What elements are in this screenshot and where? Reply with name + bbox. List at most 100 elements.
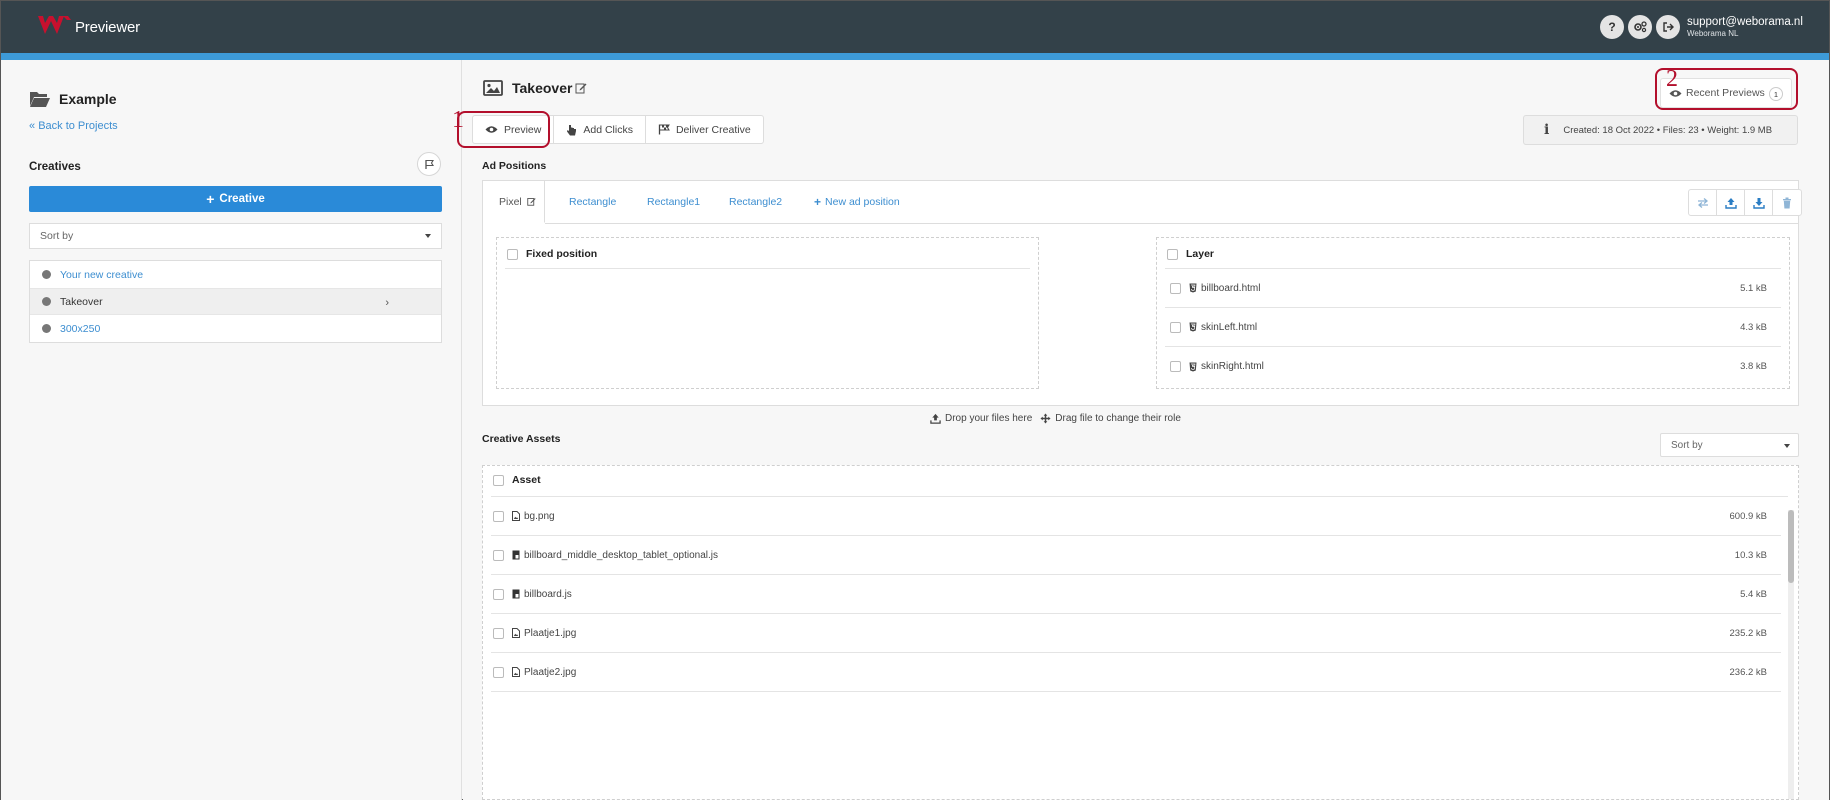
help-button[interactable]: ? — [1600, 15, 1624, 39]
user-organization: Weborama NL — [1687, 29, 1739, 38]
layer-label: Layer — [1186, 248, 1215, 260]
upload-icon — [930, 413, 941, 424]
ad-positions-panel: Pixel Rectangle Rectangle1 Rectangle2 + … — [482, 180, 1802, 406]
asset-row[interactable]: Plaatje1.jpg 235.2 kB — [491, 614, 1781, 653]
asset-file-size: 236.2 kB — [1729, 666, 1768, 678]
hand-pointer-icon — [567, 124, 577, 135]
asset-select-all-checkbox[interactable] — [493, 474, 504, 486]
project-title: Example — [59, 91, 117, 107]
layer-file-name: skinLeft.html — [1201, 321, 1258, 333]
swap-button[interactable] — [1689, 190, 1717, 215]
deliver-creative-button[interactable]: Deliver Creative — [646, 116, 763, 143]
image-file-icon — [512, 628, 520, 638]
layer-select-all-checkbox[interactable] — [1167, 248, 1178, 260]
add-clicks-button[interactable]: Add Clicks — [554, 116, 646, 143]
status-dot-icon — [42, 270, 51, 279]
arrows-move-icon — [1040, 413, 1051, 424]
asset-file-size: 10.3 kB — [1734, 549, 1767, 561]
download-button[interactable] — [1745, 190, 1773, 215]
header-accent-strip — [1, 53, 1829, 60]
asset-checkbox[interactable] — [493, 666, 504, 678]
tab-rectangle2[interactable]: Rectangle2 — [729, 181, 782, 223]
creative-detail-panel: Takeover Recent Previews 1 2 Preview Add… — [452, 60, 1829, 800]
project-sidebar: Example « Back to Projects Creatives + C… — [1, 60, 462, 800]
asset-file-name: billboard.js — [524, 588, 572, 600]
creative-assets-heading: Creative Assets — [482, 433, 561, 445]
flag-checkered-icon — [658, 124, 670, 135]
caret-down-icon — [425, 234, 431, 238]
edit-icon[interactable] — [575, 82, 587, 94]
asset-file-size: 5.4 kB — [1740, 588, 1767, 600]
plus-icon: + — [814, 195, 822, 209]
layer-checkbox[interactable] — [1170, 321, 1181, 333]
creative-info-text: Created: 18 Oct 2022 • Files: 23 • Weigh… — [1563, 124, 1773, 136]
double-chevron-left-icon: « — [29, 120, 36, 132]
tab-rectangle[interactable]: Rectangle — [569, 181, 616, 223]
assets-sort-select[interactable]: Sort by — [1660, 433, 1799, 457]
creative-info-box: i Created: 18 Oct 2022 • Files: 23 • Wei… — [1523, 115, 1798, 145]
layer-file-name: skinRight.html — [1201, 361, 1264, 372]
annotation-number-2: 2 — [1666, 66, 1678, 92]
upload-button[interactable] — [1717, 190, 1745, 215]
layer-row[interactable]: billboard.html 5.1 kB — [1165, 269, 1781, 308]
assets-sort-value: Sort by — [1671, 439, 1703, 451]
drag-files-label: Drag file to change their role — [1055, 413, 1181, 424]
deliver-creative-label: Deliver Creative — [675, 123, 751, 136]
asset-column-label: Asset — [512, 474, 541, 486]
user-email[interactable]: support@weborama.nl — [1687, 16, 1803, 28]
asset-file-name: Plaatje1.jpg — [524, 627, 577, 639]
asset-checkbox[interactable] — [493, 549, 504, 561]
ad-position-toolbar — [1688, 189, 1802, 216]
creatives-heading: Creatives — [29, 161, 81, 173]
layer-row[interactable]: skinLeft.html 4.3 kB — [1165, 308, 1781, 347]
weborama-logo-icon[interactable] — [37, 15, 73, 35]
creative-name[interactable]: Your new creative — [60, 269, 143, 281]
info-icon: i — [1544, 122, 1550, 138]
creative-item-active[interactable]: Takeover › — [30, 288, 441, 315]
creative-name[interactable]: 300x250 — [60, 323, 100, 335]
asset-checkbox[interactable] — [493, 588, 504, 600]
sort-select-value: Sort by — [40, 230, 74, 242]
asset-row[interactable]: bg.png 600.9 kB — [491, 497, 1781, 536]
logout-button[interactable] — [1656, 15, 1680, 39]
tab-new-ad-position[interactable]: + New ad position — [814, 181, 900, 223]
status-dot-icon — [42, 324, 51, 333]
asset-row[interactable]: Plaatje2.jpg 236.2 kB — [491, 653, 1781, 692]
layer-checkbox[interactable] — [1170, 361, 1181, 372]
drop-files-label: Drop your files here — [945, 413, 1033, 424]
tabs-divider — [545, 223, 1798, 224]
asset-checkbox[interactable] — [493, 627, 504, 639]
creative-item[interactable]: 300x250 — [30, 315, 441, 342]
layer-row[interactable]: skinRight.html 3.8 kB — [1165, 347, 1781, 386]
add-creative-label: Creative — [219, 193, 265, 205]
html5-icon — [1189, 322, 1197, 332]
fixed-position-checkbox[interactable] — [507, 248, 518, 260]
creatives-sort-select[interactable]: Sort by — [29, 223, 442, 249]
creative-item[interactable]: Your new creative — [30, 261, 441, 288]
tab-pixel-label: Pixel — [499, 195, 522, 208]
tab-rectangle1[interactable]: Rectangle1 — [647, 181, 700, 223]
settings-button[interactable] — [1628, 15, 1652, 39]
delete-button[interactable] — [1773, 190, 1801, 215]
add-creative-button[interactable]: + Creative — [29, 186, 442, 212]
asset-file-name: billboard_middle_desktop_tablet_optional… — [524, 549, 719, 561]
asset-row[interactable]: billboard.js 5.4 kB — [491, 575, 1781, 614]
back-to-projects-label: Back to Projects — [38, 120, 118, 132]
tab-pixel[interactable]: Pixel — [483, 181, 545, 223]
top-bar: Previewer ? support@weborama.nl Weborama… — [1, 1, 1829, 53]
assets-scrollbar-thumb[interactable] — [1788, 510, 1794, 583]
asset-checkbox[interactable] — [493, 510, 504, 522]
layer-checkbox[interactable] — [1170, 282, 1181, 294]
add-clicks-label: Add Clicks — [583, 123, 633, 136]
layer-file-size: 5.1 kB — [1740, 282, 1767, 294]
annotation-number-1: 1 — [452, 107, 464, 133]
edit-icon[interactable] — [527, 197, 536, 206]
gears-icon — [1634, 21, 1647, 33]
flag-button[interactable] — [417, 152, 441, 176]
image-file-icon — [512, 511, 520, 521]
exchange-icon — [1697, 197, 1708, 208]
back-to-projects-link[interactable]: « Back to Projects — [29, 120, 118, 132]
asset-header: Asset — [493, 474, 541, 486]
asset-row[interactable]: billboard_middle_desktop_tablet_optional… — [491, 536, 1781, 575]
layer-file-name: billboard.html — [1201, 282, 1261, 294]
